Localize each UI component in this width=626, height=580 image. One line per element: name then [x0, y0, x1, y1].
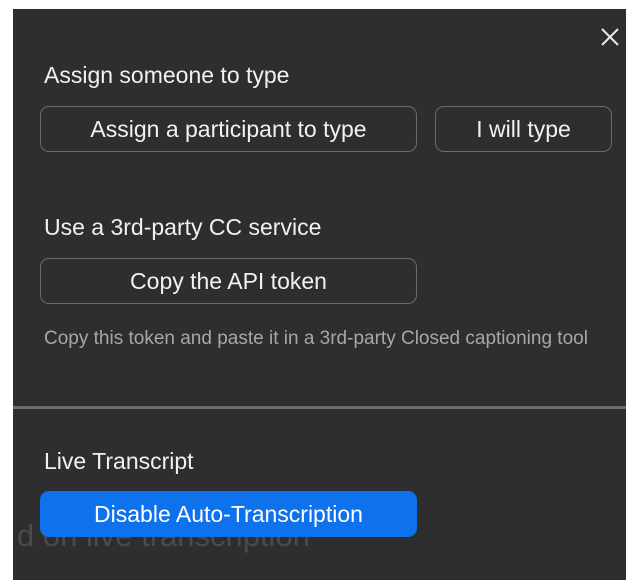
captions-panel: d on live transcription Assign someone t…: [13, 9, 626, 580]
disable-auto-transcription-button[interactable]: Disable Auto-Transcription: [40, 491, 417, 537]
close-icon: [601, 28, 619, 46]
assign-section-title: Assign someone to type: [44, 62, 290, 88]
assign-participant-button[interactable]: Assign a participant to type: [40, 106, 417, 152]
section-divider: [13, 406, 626, 409]
live-transcript-title: Live Transcript: [44, 448, 194, 474]
i-will-type-button[interactable]: I will type: [435, 106, 612, 152]
api-token-helper-text: Copy this token and paste it in a 3rd-pa…: [44, 328, 588, 349]
third-party-section-title: Use a 3rd-party CC service: [44, 214, 322, 240]
copy-api-token-button[interactable]: Copy the API token: [40, 258, 417, 304]
close-button[interactable]: [599, 26, 621, 48]
